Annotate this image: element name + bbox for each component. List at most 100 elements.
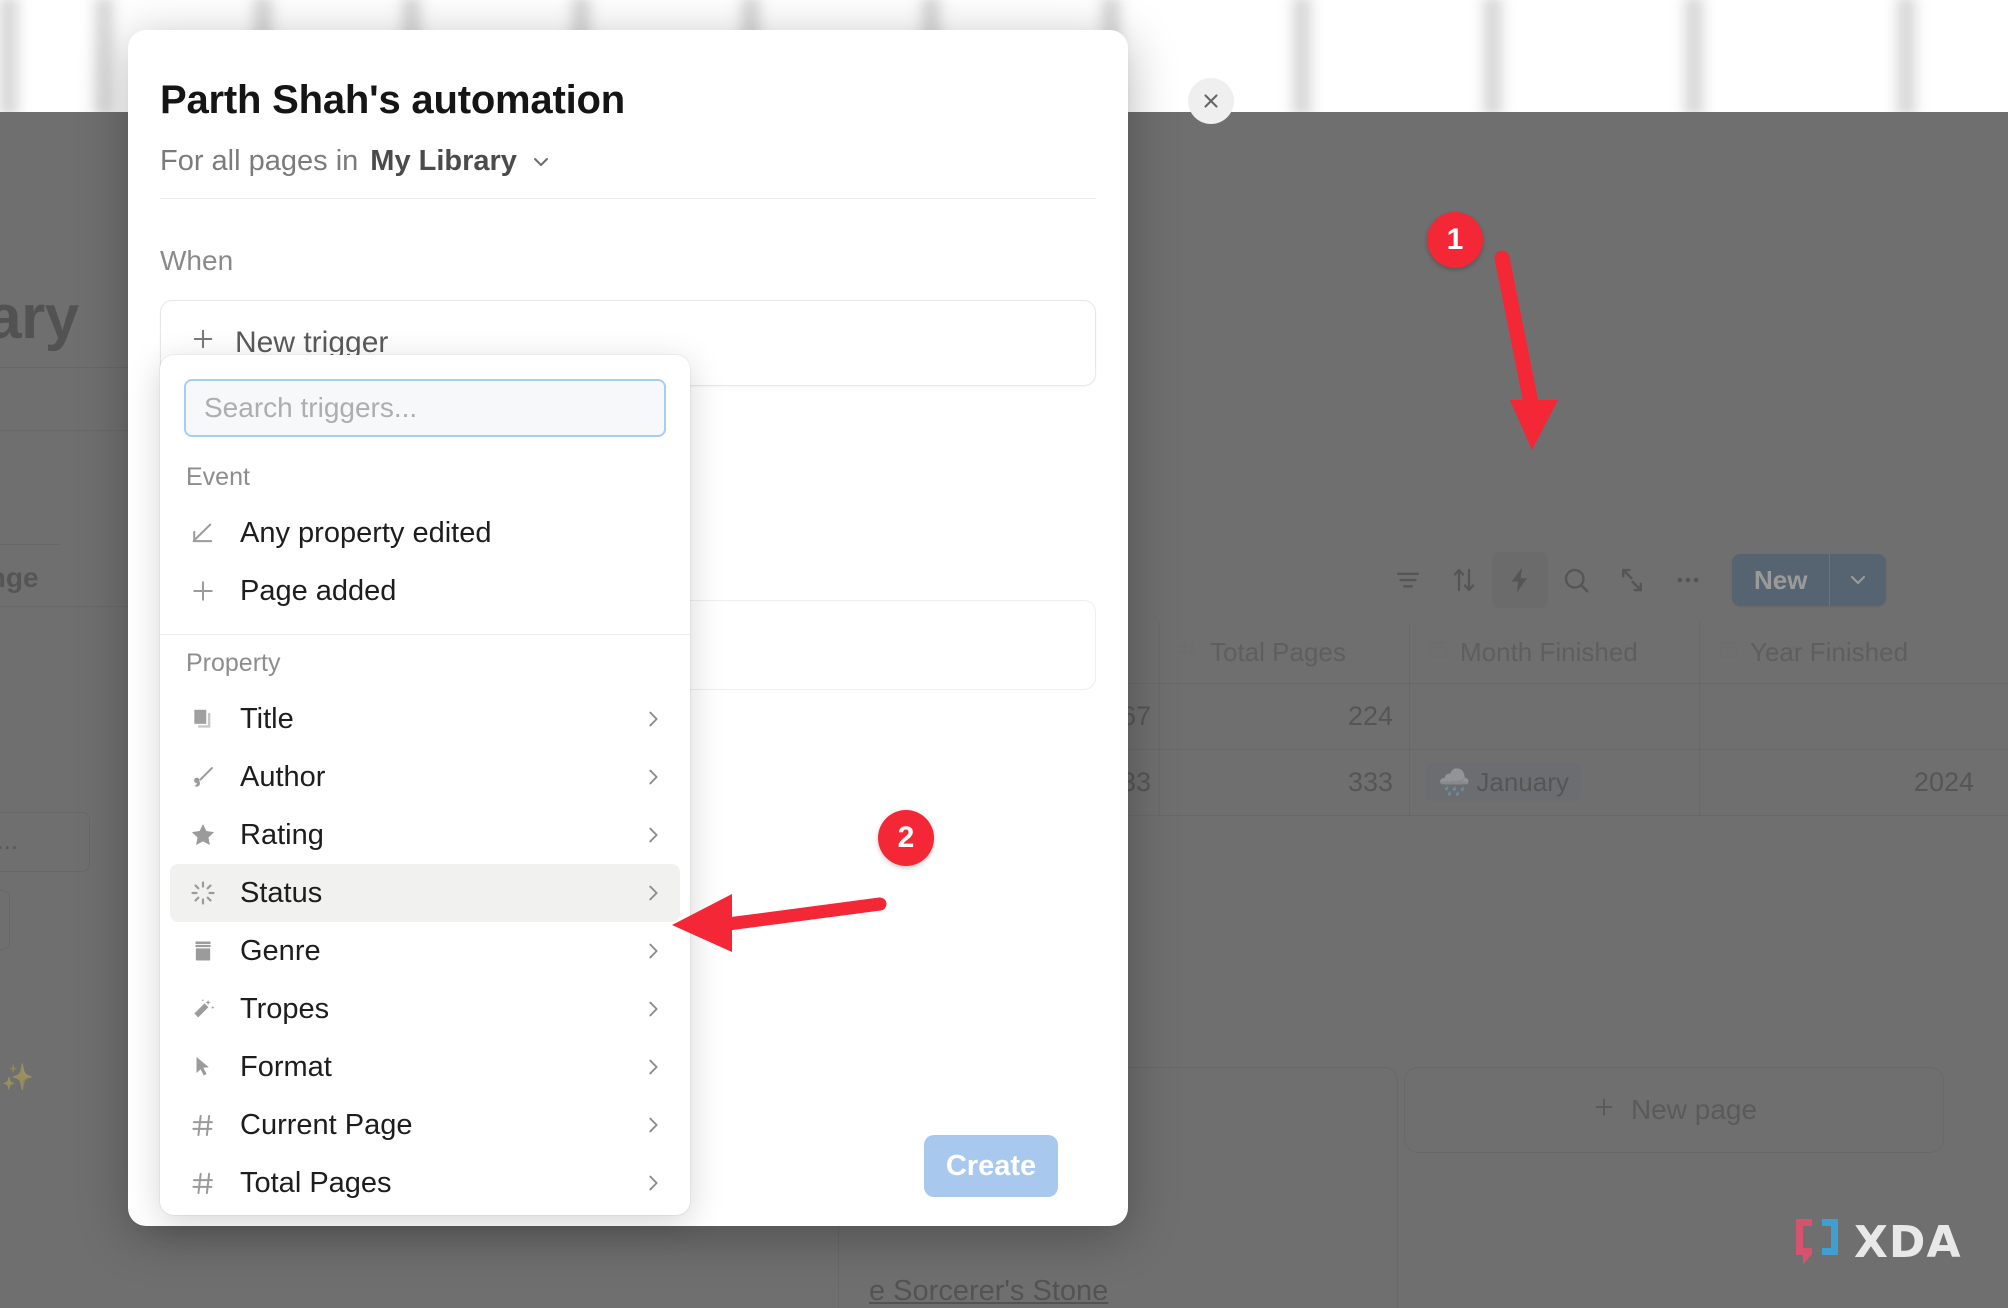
expand-icon[interactable] bbox=[1604, 552, 1660, 608]
modal-subtitle: For all pages in My Library bbox=[160, 145, 553, 178]
dropdown-item-label: Tropes bbox=[240, 992, 330, 1025]
chevron-right-icon[interactable] bbox=[642, 998, 664, 1020]
chevron-right-icon[interactable] bbox=[642, 1114, 664, 1136]
hash-icon bbox=[186, 1170, 220, 1197]
create-button[interactable]: Create bbox=[924, 1135, 1058, 1197]
table-header-month-finished[interactable]: Month Finished bbox=[1410, 621, 1700, 684]
dropdown-item-total-pages[interactable]: Total Pages bbox=[170, 1154, 680, 1212]
bg-chip-empty bbox=[0, 890, 10, 950]
section-label-property: Property bbox=[186, 649, 281, 677]
star-icon bbox=[186, 821, 220, 849]
calendar-icon bbox=[1716, 637, 1740, 668]
dropdown-item-genre[interactable]: Genre bbox=[170, 922, 680, 980]
status-spinner-icon bbox=[186, 879, 220, 907]
magic-wand-icon bbox=[186, 995, 220, 1023]
dropdown-item-current-page[interactable]: Current Page bbox=[170, 1096, 680, 1154]
dropdown-item-label: Any property edited bbox=[240, 516, 492, 549]
annotation-badge-2: 2 bbox=[878, 810, 934, 866]
search-input[interactable] bbox=[184, 379, 666, 437]
dropdown-separator bbox=[160, 634, 690, 635]
modal-title: Parth Shah's automation bbox=[160, 78, 625, 122]
cell-year-finished bbox=[1700, 684, 1990, 750]
table-header-label: Year Finished bbox=[1750, 637, 1909, 667]
chevron-right-icon[interactable] bbox=[642, 708, 664, 730]
chevron-down-icon[interactable] bbox=[529, 150, 553, 174]
database-table: ... Total Pages Month Finished bbox=[1100, 621, 2008, 816]
view-toolbar: New bbox=[1380, 552, 1887, 608]
table-header-row: ... Total Pages Month Finished bbox=[1100, 621, 2008, 684]
search-field-wrapper bbox=[160, 355, 690, 455]
plus-icon bbox=[1591, 1094, 1617, 1127]
dropdown-item-label: Status bbox=[240, 876, 323, 909]
close-icon[interactable] bbox=[1188, 78, 1234, 124]
filter-icon[interactable] bbox=[1380, 552, 1436, 608]
dropdown-item-label: Rating bbox=[240, 818, 324, 851]
table-row[interactable]: 67 224 bbox=[1100, 683, 2008, 750]
dropdown-item-label: Author bbox=[240, 760, 326, 793]
when-section-label: When bbox=[160, 245, 234, 276]
dropdown-item-label: Total Pages bbox=[240, 1166, 392, 1199]
table-header-label: Month Finished bbox=[1460, 637, 1638, 667]
search-icon[interactable] bbox=[1548, 552, 1604, 608]
table-row[interactable]: 33 333 🌧️ January 2024 bbox=[1100, 749, 2008, 816]
dropdown-item-format[interactable]: Format bbox=[170, 1038, 680, 1096]
new-page-label: New page bbox=[1630, 1094, 1758, 1125]
chevron-right-icon[interactable] bbox=[642, 824, 664, 846]
new-button[interactable]: New bbox=[1732, 554, 1887, 606]
table-header-label: Total Pages bbox=[1210, 637, 1346, 667]
month-pill: 🌧️ January bbox=[1426, 763, 1581, 802]
title-book-icon bbox=[186, 706, 220, 732]
month-label: January bbox=[1476, 767, 1569, 797]
xda-watermark: XDA bbox=[1790, 1215, 1962, 1269]
bg-fragment-challenge: hallenge bbox=[0, 562, 39, 593]
dropdown-item-label: Page added bbox=[240, 574, 397, 607]
cursor-arrow-icon bbox=[186, 1054, 220, 1080]
dropdown-item-tropes[interactable]: Tropes bbox=[170, 980, 680, 1038]
xda-wordmark: XDA bbox=[1854, 1216, 1962, 1268]
bg-fragment-read-bracket: Read] ✨ bbox=[0, 1062, 34, 1092]
hash-icon bbox=[1176, 637, 1200, 668]
calendar-icon bbox=[1426, 637, 1450, 668]
chevron-down-icon[interactable] bbox=[1830, 554, 1886, 606]
cell-month-finished bbox=[1410, 683, 1700, 750]
dropdown-item-status[interactable]: Status bbox=[170, 864, 680, 922]
chevron-right-icon[interactable] bbox=[642, 1056, 664, 1078]
dropdown-item-label: Title bbox=[240, 702, 294, 735]
xda-mark-icon bbox=[1796, 1219, 1838, 1265]
pen-brush-icon bbox=[186, 764, 220, 791]
dropdown-item-label: Current Page bbox=[240, 1108, 413, 1141]
sort-icon[interactable] bbox=[1436, 552, 1492, 608]
cell-total-pages: 224 bbox=[1160, 683, 1410, 750]
edit-pencil-icon bbox=[186, 519, 220, 547]
table-header-total-pages[interactable]: Total Pages bbox=[1160, 621, 1410, 684]
modal-divider bbox=[160, 198, 1096, 199]
dropdown-item-title[interactable]: Title bbox=[170, 690, 680, 748]
database-selector-label[interactable]: My Library bbox=[370, 145, 517, 178]
subtitle-prefix: For all pages in bbox=[160, 145, 359, 177]
trigger-search-dropdown: Event Any property edited Page added Pro… bbox=[160, 355, 690, 1215]
new-button-label: New bbox=[1754, 564, 1808, 595]
chevron-right-icon[interactable] bbox=[642, 1172, 664, 1194]
section-label-event: Event bbox=[186, 463, 250, 491]
rain-cloud-emoji: 🌧️ bbox=[1438, 767, 1471, 797]
lightning-bolt-icon[interactable] bbox=[1492, 552, 1548, 608]
table-header-year-finished[interactable]: Year Finished bbox=[1700, 622, 1990, 684]
screenshot-root: Library sk y ead hallenge ns o Lib... ad… bbox=[0, 0, 2008, 1308]
archive-box-icon bbox=[186, 938, 220, 964]
page-title: Library bbox=[0, 283, 79, 352]
dropdown-item-rating[interactable]: Rating bbox=[170, 806, 680, 864]
dropdown-item-page-added[interactable]: Page added bbox=[170, 562, 680, 620]
chevron-right-icon[interactable] bbox=[642, 766, 664, 788]
bg-fragment-lib: o Lib... bbox=[0, 825, 19, 855]
dropdown-item-any-property-edited[interactable]: Any property edited bbox=[170, 504, 680, 562]
chevron-right-icon[interactable] bbox=[642, 882, 664, 904]
dropdown-item-author[interactable]: Author bbox=[170, 748, 680, 806]
dropdown-item-label: Genre bbox=[240, 934, 321, 967]
quote-source: e Sorcerer's Stone bbox=[869, 1275, 1109, 1308]
dropdown-item-label: Format bbox=[240, 1050, 332, 1083]
annotation-badge-1: 1 bbox=[1427, 212, 1483, 268]
cell-total-pages: 333 bbox=[1160, 749, 1410, 816]
new-page-card[interactable]: New page bbox=[1404, 1067, 1944, 1153]
chevron-right-icon[interactable] bbox=[642, 940, 664, 962]
ellipsis-icon[interactable] bbox=[1660, 552, 1716, 608]
